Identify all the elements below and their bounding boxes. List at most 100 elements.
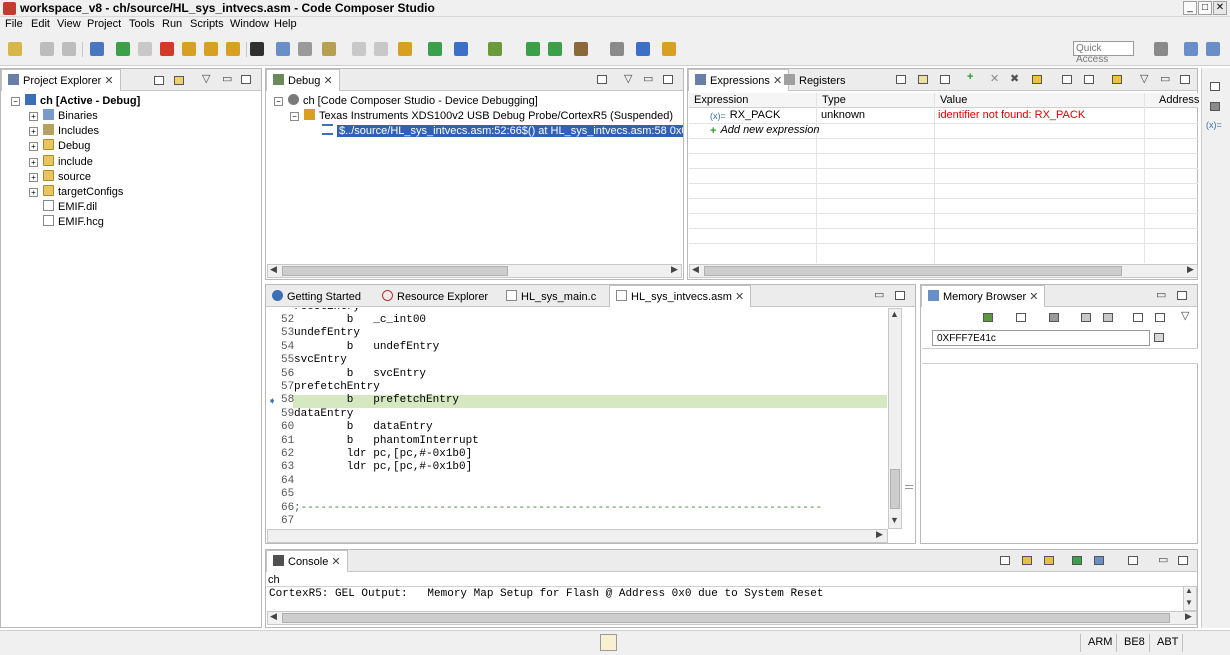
tree-item-targetconfigs[interactable]: targetConfigs <box>43 185 123 200</box>
maximize-view-icon[interactable] <box>1180 75 1190 84</box>
scroll-right-icon[interactable]: ▶ <box>1185 611 1192 622</box>
external-tools-icon[interactable] <box>526 42 540 56</box>
debug-stack-frame[interactable]: $../source/HL_sys_intvecs.asm:52:66$() a… <box>322 124 683 139</box>
menu-help[interactable]: Help <box>274 18 297 30</box>
refresh-icon[interactable] <box>548 42 562 56</box>
expressions-horizontal-scrollbar[interactable]: ◀ ▶ <box>689 264 1198 278</box>
tree-item-project[interactable]: ch [Active - Debug] <box>25 94 140 109</box>
tab-hl-sys-main[interactable]: HL_sys_main.c <box>506 290 596 303</box>
save-all-icon[interactable] <box>62 42 76 56</box>
scroll-thumb[interactable] <box>282 266 508 276</box>
tab-debug[interactable]: Debug ✕ <box>266 69 340 91</box>
scroll-right-icon[interactable]: ▶ <box>671 264 678 275</box>
clear-console-icon[interactable] <box>1000 556 1010 565</box>
tab-expressions[interactable]: Expressions ✕ <box>688 69 790 91</box>
select-all-icon[interactable] <box>896 75 906 84</box>
minimize-view-icon[interactable]: ▭ <box>1158 553 1168 566</box>
tree-item-source[interactable]: source <box>43 170 91 185</box>
tree-item-emif-hcg[interactable]: EMIF.hcg <box>43 215 104 230</box>
breakpoint-icon[interactable] <box>298 42 312 56</box>
open-perspective-icon[interactable] <box>1154 42 1168 56</box>
menu-tools[interactable]: Tools <box>129 18 155 30</box>
menu-run[interactable]: Run <box>162 18 182 30</box>
tree-item-include[interactable]: include <box>43 155 93 170</box>
new-icon[interactable] <box>8 42 22 56</box>
expand-toggle[interactable]: + <box>29 173 38 182</box>
collapse-all-icon[interactable] <box>154 76 164 85</box>
editor-vertical-scrollbar[interactable]: ▲ ▼ <box>888 308 902 529</box>
tab-hl-sys-intvecs[interactable]: HL_sys_intvecs.asm ✕ <box>609 285 752 307</box>
collapse-toggle[interactable]: − <box>290 112 299 121</box>
tree-item-emif-dil[interactable]: EMIF.dil <box>43 200 97 215</box>
tab-resource-explorer[interactable]: Resource Explorer <box>382 290 488 303</box>
restore-icon[interactable] <box>1210 82 1220 91</box>
memory-refresh-icon[interactable] <box>983 313 993 322</box>
debug-thread[interactable]: Texas Instruments XDS100v2 USB Debug Pro… <box>304 109 673 124</box>
scroll-left-icon[interactable]: ◀ <box>270 611 277 622</box>
close-icon[interactable]: ✕ <box>104 75 113 87</box>
menu-project[interactable]: Project <box>87 18 121 30</box>
console-vertical-scrollbar[interactable]: ▲ ▼ <box>1183 586 1197 611</box>
console-toolbar-icon[interactable] <box>610 42 624 56</box>
build-icon[interactable] <box>398 42 412 56</box>
expand-toggle[interactable]: + <box>29 142 38 151</box>
breakpoints-view-icon[interactable] <box>1210 102 1220 111</box>
close-button[interactable]: ✕ <box>1213 1 1227 15</box>
close-icon[interactable]: ✕ <box>735 291 744 303</box>
remove-icon[interactable]: ✕ <box>990 72 999 85</box>
search-icon[interactable] <box>636 42 650 56</box>
view-menu-icon[interactable]: ▽ <box>202 72 210 85</box>
display-console-icon[interactable] <box>1094 556 1104 565</box>
scroll-up-icon[interactable]: ▲ <box>890 309 899 319</box>
maximize-view-icon[interactable] <box>1178 556 1188 565</box>
quick-access-input[interactable]: Quick Access <box>1073 41 1134 65</box>
editor-horizontal-scrollbar[interactable]: ▶ <box>267 529 888 543</box>
collapse-toggle[interactable]: − <box>274 97 283 106</box>
suspend-icon[interactable] <box>138 42 152 56</box>
word-wrap-icon[interactable] <box>1044 556 1054 565</box>
scroll-left-icon[interactable]: ◀ <box>692 264 699 275</box>
close-icon[interactable]: ✕ <box>773 75 782 87</box>
new-memory-view-icon[interactable] <box>1133 313 1143 322</box>
memory-view-icon[interactable] <box>276 42 290 56</box>
maximize-view-icon[interactable] <box>1177 291 1187 300</box>
memory-save-icon[interactable] <box>1049 313 1059 322</box>
code-area[interactable]: resetEntry ➧ 52 b _c_int0053undefEntry54… <box>267 308 887 529</box>
remove-all-icon[interactable]: ✖ <box>1010 72 1019 85</box>
memory-address-input[interactable]: 0XFFF7E41c <box>932 330 1150 346</box>
scroll-thumb[interactable] <box>282 613 1170 623</box>
tab-registers[interactable]: Registers <box>784 74 845 87</box>
memory-export-icon[interactable] <box>1103 313 1113 322</box>
console-output[interactable]: CortexR5: GEL Output: Memory Map Setup f… <box>267 586 1183 611</box>
ccs-debug-perspective-icon[interactable] <box>1184 42 1198 56</box>
minimize-view-icon[interactable]: ▭ <box>874 288 884 301</box>
column-value[interactable]: Value <box>940 94 967 106</box>
expand-toggle[interactable]: + <box>29 188 38 197</box>
expression-row[interactable]: (x)= RX_PACK <box>710 109 780 124</box>
debug-session[interactable]: ch [Code Composer Studio - Device Debugg… <box>288 94 538 109</box>
scroll-left-icon[interactable]: ◀ <box>270 264 277 275</box>
expand-toggle[interactable]: + <box>29 158 38 167</box>
pin-view-icon[interactable] <box>1084 75 1094 84</box>
memory-import-icon[interactable] <box>1081 313 1091 322</box>
step-return-icon[interactable] <box>226 42 240 56</box>
add-new-expression[interactable]: + Add new expression <box>710 124 820 139</box>
grid-icon[interactable] <box>250 42 264 56</box>
target-icon[interactable] <box>322 42 336 56</box>
terminate-icon[interactable] <box>160 42 174 56</box>
memory-go-icon[interactable] <box>1154 333 1164 342</box>
tab-project-explorer[interactable]: Project Explorer ✕ <box>1 69 121 91</box>
open-console-icon[interactable] <box>1128 556 1138 565</box>
scroll-lock-icon[interactable] <box>1022 556 1032 565</box>
scroll-right-icon[interactable]: ▶ <box>1187 264 1194 275</box>
new-view-icon[interactable] <box>1062 75 1072 84</box>
close-icon[interactable]: ✕ <box>1029 291 1038 303</box>
continuous-refresh-icon[interactable] <box>1112 75 1122 84</box>
ccs-edit-perspective-icon[interactable] <box>1206 42 1220 56</box>
menu-edit[interactable]: Edit <box>31 18 50 30</box>
scroll-right-icon[interactable]: ▶ <box>876 529 883 540</box>
close-icon[interactable]: ✕ <box>331 556 340 568</box>
link-with-editor-icon[interactable] <box>174 76 184 85</box>
minimize-view-icon[interactable]: ▭ <box>1160 72 1170 85</box>
scroll-up-icon[interactable]: ▲ <box>1185 586 1193 595</box>
